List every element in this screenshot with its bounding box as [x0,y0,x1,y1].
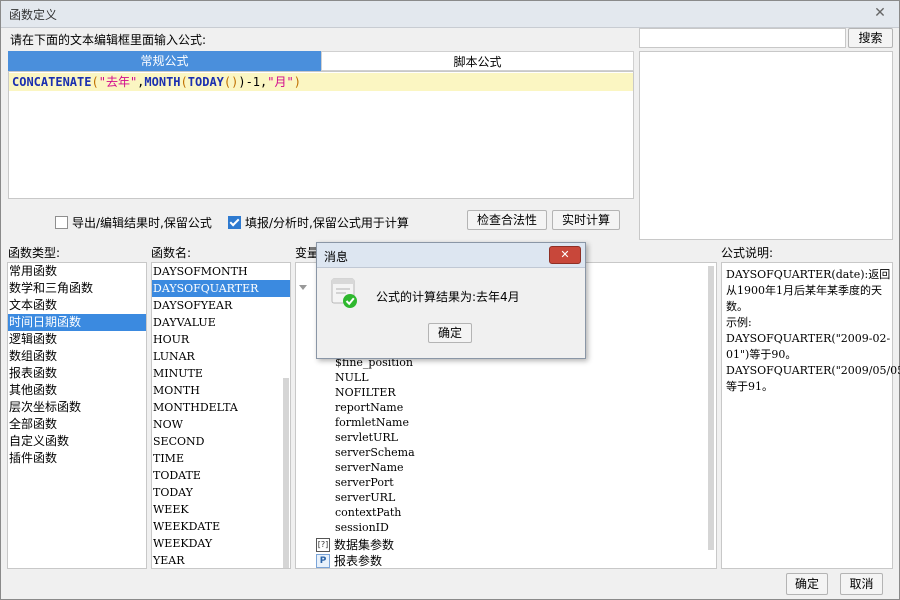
function-item[interactable]: TODATE [152,467,290,484]
dialog-close-icon[interactable]: ✕ [549,246,581,264]
tab-script-formula[interactable]: 脚本公式 [321,51,634,71]
dialog-ok-button[interactable]: 确定 [428,323,472,343]
function-item[interactable]: MONTH [152,382,290,399]
category-item[interactable]: 全部函数 [8,416,146,433]
formula-editor-line[interactable]: CONCATENATE("去年",MONTH(TODAY())-1,"月") [9,73,633,91]
function-item[interactable]: YEAR [152,552,290,568]
variable-item[interactable]: sessionID [335,521,389,534]
keep-formula-fill-checkbox[interactable]: 填报/分析时,保留公式用于计算 [228,214,409,231]
formula-token: ( [91,75,99,89]
variable-group[interactable]: [?] 数据集参数 [316,536,394,553]
function-item[interactable]: LUNAR [152,348,290,365]
dialog-title-bar: 消息 ✕ [317,243,585,268]
description-line: DAYSOFQUARTER("2009/05/05")等于91。 [726,364,900,393]
ok-button[interactable]: 确定 [786,573,828,595]
report-param-icon: P [316,553,330,568]
validate-button[interactable]: 检查合法性 [467,210,547,230]
checkbox-checked-icon[interactable] [228,216,241,229]
variable-item[interactable]: serverName [335,461,404,474]
category-item[interactable]: 层次坐标函数 [8,399,146,416]
formula-description-label: 公式说明: [721,246,774,260]
dialog-title: 消息 [324,250,349,264]
variable-item[interactable]: contextPath [335,506,401,519]
checkbox-unchecked-icon[interactable] [55,216,68,229]
function-category-label: 函数类型: [8,246,61,260]
title-bar: 函数定义 ✕ [1,1,899,28]
variable-item[interactable]: serverURL [335,491,395,504]
function-item[interactable]: DAYSOFMONTH [152,263,290,280]
function-list-scrollbar[interactable] [283,378,289,568]
function-item[interactable]: DAYSOFYEAR [152,297,290,314]
function-item[interactable]: DAYSOFQUARTER [152,280,290,297]
formula-token: "去年" [98,75,138,89]
description-line: DAYSOFQUARTER("2009-02-01")等于90。 [726,332,891,361]
description-line: DAYSOFQUARTER(date):返回从1900年1月后某年某季度的天数。 [726,268,891,313]
cancel-button[interactable]: 取消 [840,573,883,595]
function-item[interactable]: HOUR [152,331,290,348]
tree-expand-icon[interactable] [299,285,307,290]
function-category-list[interactable]: 常用函数 数学和三角函数 文本函数 时间日期函数 逻辑函数 数组函数 报表函数 其他函数 层次坐… [7,262,147,569]
variable-item[interactable]: servletURL [335,431,398,444]
formula-token: () [223,75,239,89]
function-search-input[interactable] [639,28,846,48]
variable-item[interactable]: serverPort [335,476,394,489]
variable-item[interactable]: formletName [335,416,409,429]
window-title: 函数定义 [9,8,58,22]
search-result-panel [639,51,893,240]
category-item[interactable]: 数学和三角函数 [8,280,146,297]
formula-token: ( [180,75,188,89]
function-name-label: 函数名: [151,246,192,260]
function-item[interactable]: WEEK [152,501,290,518]
variable-group-label: 数据集参数 [334,538,395,552]
category-item[interactable]: 其他函数 [8,382,146,399]
function-item[interactable]: MONTHDELTA [152,399,290,416]
variable-group-label: 报表参数 [334,554,383,568]
function-item[interactable]: WEEKDATE [152,518,290,535]
tab-regular-formula[interactable]: 常规公式 [8,51,321,71]
formula-token: ) [293,75,301,89]
variable-item[interactable]: serverSchema [335,446,415,459]
variable-tree-scrollbar[interactable] [708,266,714,550]
formula-tabs: 常规公式 脚本公式 [8,51,634,71]
formula-editor[interactable]: CONCATENATE("去年",MONTH(TODAY())-1,"月") [8,71,634,199]
category-item[interactable]: 时间日期函数 [8,314,146,331]
function-item[interactable]: TIME [152,450,290,467]
realtime-calc-button[interactable]: 实时计算 [552,210,620,230]
keep-formula-export-checkbox[interactable]: 导出/编辑结果时,保留公式 [55,214,212,231]
variable-group[interactable]: P 报表参数 [316,552,382,569]
formula-token: MONTH [144,75,181,89]
function-item[interactable]: MINUTE [152,365,290,382]
keep-formula-export-label: 导出/编辑结果时,保留公式 [72,216,212,230]
message-dialog: 消息 ✕ 公式的计算结果为:去年4月 确定 [316,242,586,359]
category-item[interactable]: 插件函数 [8,450,146,467]
function-name-list[interactable]: DAYSOFMONTH DAYSOFQUARTER DAYSOFYEAR DAYVAL… [151,262,291,569]
function-item[interactable]: SECOND [152,433,290,450]
formula-token: "月" [267,75,294,89]
description-line: 示例: [726,316,752,329]
category-item[interactable]: 数组函数 [8,348,146,365]
category-item[interactable]: 自定义函数 [8,433,146,450]
variable-item[interactable]: NULL [335,371,369,384]
dialog-message: 公式的计算结果为:去年4月 [376,290,520,304]
window-close-icon[interactable]: ✕ [871,5,889,21]
variable-item[interactable]: NOFILTER [335,386,396,399]
dataset-param-icon: [?] [316,537,330,552]
formula-token: )-1, [238,75,268,89]
function-item[interactable]: WEEKDAY [152,535,290,552]
formula-token: TODAY [187,75,224,89]
formula-description-text: DAYSOFQUARTER(date):返回从1900年1月后某年某季度的天数。… [726,267,900,395]
search-button[interactable]: 搜索 [848,28,893,48]
keep-formula-fill-label: 填报/分析时,保留公式用于计算 [245,216,409,230]
category-item[interactable]: 文本函数 [8,297,146,314]
function-item[interactable]: DAYVALUE [152,314,290,331]
formula-prompt-label: 请在下面的文本编辑框里面输入公式: [10,33,207,47]
success-check-icon [331,278,357,308]
category-item[interactable]: 逻辑函数 [8,331,146,348]
function-item[interactable]: NOW [152,416,290,433]
formula-token: CONCATENATE [12,75,92,89]
category-item[interactable]: 常用函数 [8,263,146,280]
function-item[interactable]: TODAY [152,484,290,501]
category-item[interactable]: 报表函数 [8,365,146,382]
variable-item[interactable]: reportName [335,401,403,414]
